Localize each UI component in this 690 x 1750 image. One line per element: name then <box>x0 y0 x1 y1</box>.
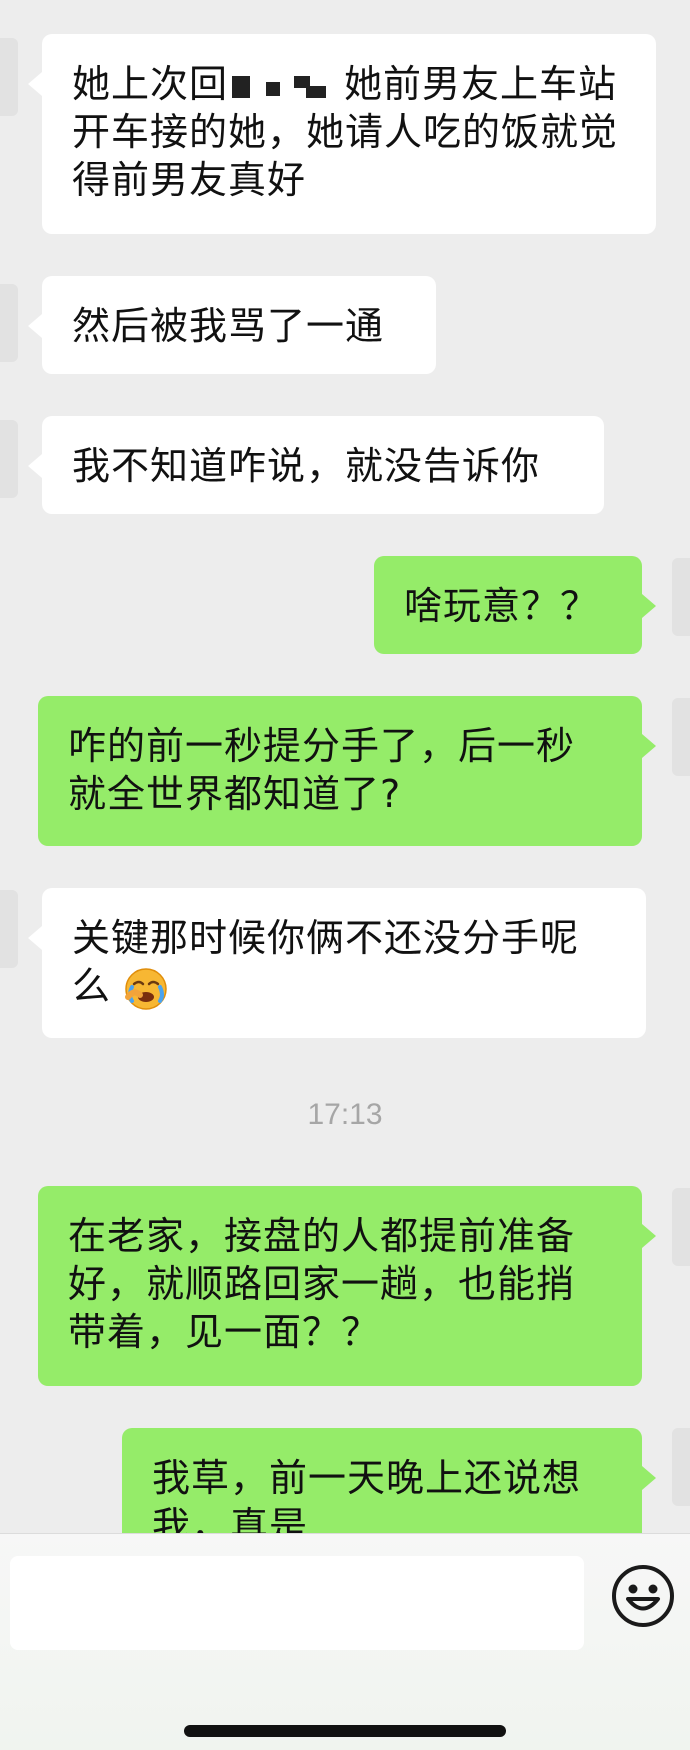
contact-avatar[interactable] <box>0 420 18 498</box>
smiley-face-icon[interactable] <box>611 1564 675 1628</box>
message-text: 她上次回 <box>72 62 229 106</box>
face-with-tears-emoji-icon <box>125 967 167 1010</box>
contact-avatar[interactable] <box>0 38 18 116</box>
my-avatar[interactable] <box>672 1428 690 1506</box>
message-text: 然后被我骂了一通 <box>72 304 385 348</box>
message-bubble-incoming[interactable]: 我不知道咋说，就没告诉你 <box>28 416 604 514</box>
redaction-mark <box>232 75 340 98</box>
message-input[interactable] <box>10 1556 584 1650</box>
message-text: 我不知道咋说，就没告诉你 <box>72 444 541 488</box>
contact-avatar[interactable] <box>0 890 18 968</box>
message-text: 我草，前一天晚上还说想我，真是 <box>152 1456 582 1533</box>
message-bubble-outgoing[interactable]: 在老家，接盘的人都提前准备好，就顺路回家一趟，也能捎带着，见一面？？ <box>38 1186 656 1386</box>
my-avatar[interactable] <box>672 558 690 636</box>
message-bubble-outgoing[interactable]: 咋的前一秒提分手了，后一秒就全世界都知道了? <box>38 696 656 846</box>
message-text: 在老家，接盘的人都提前准备好，就顺路回家一趟，也能捎带着，见一面？？ <box>68 1214 576 1354</box>
chat-area: 她上次回 她前男友上车站开车接的她，她请人吃的饭就觉得前男友真好 然后被我骂了一通… <box>0 0 690 1533</box>
message-text: 啥玩意？？ <box>404 584 600 628</box>
home-indicator[interactable] <box>184 1725 506 1737</box>
message-bubble-outgoing[interactable]: 啥玩意？？ <box>374 556 656 654</box>
chat-input-bar <box>0 1533 690 1750</box>
contact-avatar[interactable] <box>0 284 18 362</box>
message-timestamp: 17:13 <box>307 1098 383 1131</box>
message-text: 咋的前一秒提分手了，后一秒就全世界都知道了? <box>68 724 576 816</box>
my-avatar[interactable] <box>672 698 690 776</box>
message-bubble-incoming[interactable]: 她上次回 她前男友上车站开车接的她，她请人吃的饭就觉得前男友真好 <box>28 34 656 234</box>
message-bubble-incoming[interactable]: 然后被我骂了一通 <box>28 276 436 374</box>
message-bubble-outgoing[interactable]: 我草，前一天晚上还说想我，真是 <box>122 1428 656 1533</box>
message-bubble-incoming[interactable]: 关键那时候你俩不还没分手呢么 <box>28 888 646 1038</box>
my-avatar[interactable] <box>672 1188 690 1266</box>
